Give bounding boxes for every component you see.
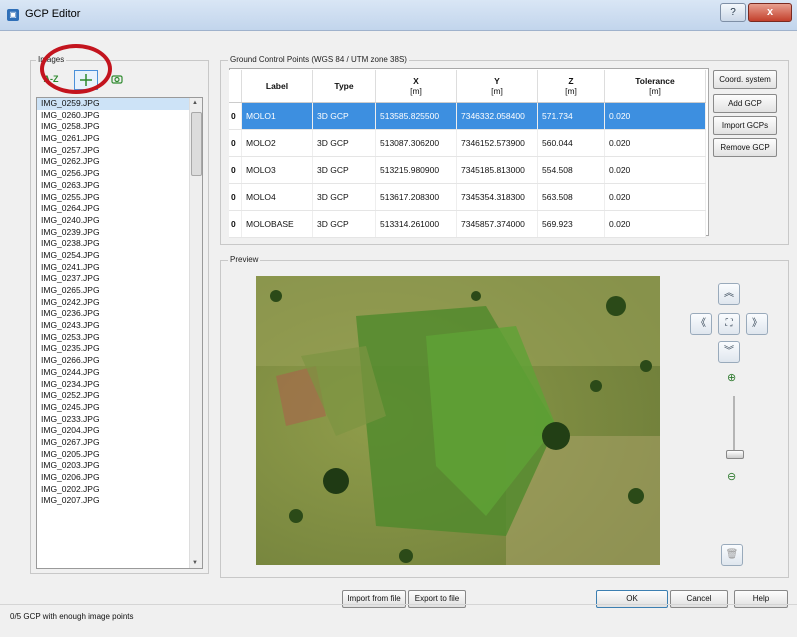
list-item[interactable]: IMG_0233.JPG (37, 414, 202, 426)
aerial-photo (256, 276, 660, 565)
images-list[interactable]: IMG_0259.JPG IMG_0260.JPG IMG_0258.JPG IMG_… (36, 97, 203, 569)
list-item[interactable]: IMG_0205.JPG (37, 449, 202, 461)
list-item[interactable]: IMG_0244.JPG (37, 367, 202, 379)
list-item[interactable]: IMG_0242.JPG (37, 297, 202, 309)
list-item[interactable]: IMG_0261.JPG (37, 133, 202, 145)
zoom-slider-knob[interactable] (726, 450, 744, 459)
app-icon: ▣ (7, 9, 19, 21)
window-close-button[interactable]: x (748, 3, 792, 22)
col-header[interactable]: Tolerance [m] (604, 70, 706, 103)
pan-right-button[interactable]: 》 (746, 313, 768, 335)
window-help-button[interactable]: ? (720, 3, 746, 22)
list-item[interactable]: IMG_0257.JPG (37, 145, 202, 157)
crosshair-icon (80, 74, 92, 86)
images-label: Images (36, 55, 67, 64)
images-scrollbar[interactable]: ▲ ▼ (189, 98, 202, 568)
table-row[interactable]: 0 MOLO4 3D GCP 513617.208300 7345354.318300 5… (229, 183, 706, 211)
gcp-label: Ground Control Points (WGS 84 / UTM zone… (228, 55, 409, 64)
gcp-table: Label Type X [m] Y [m] Z [m] Tolerance [m] 0… (229, 70, 706, 238)
table-row[interactable]: 0 MOLOBASE 3D GCP 513314.261000 7345857.3740… (229, 210, 706, 238)
table-corner (229, 70, 242, 103)
gcp-filter-button[interactable] (74, 70, 98, 90)
status-divider (0, 604, 797, 605)
col-header[interactable]: Type (312, 70, 376, 103)
images-list-items: IMG_0259.JPG IMG_0260.JPG IMG_0258.JPG IMG_… (37, 98, 202, 507)
zoom-out-icon[interactable]: ⊖ (727, 470, 736, 483)
title-bar: ▣ GCP Editor ? x (0, 0, 797, 31)
list-item[interactable]: IMG_0259.JPG (37, 98, 202, 110)
pan-up-button[interactable]: ︽ (718, 283, 740, 305)
camera-icon[interactable] (106, 70, 128, 88)
list-item[interactable]: IMG_0239.JPG (37, 227, 202, 239)
pan-down-button[interactable]: ︾ (718, 341, 740, 363)
list-item[interactable]: IMG_0243.JPG (37, 320, 202, 332)
list-item[interactable]: IMG_0238.JPG (37, 238, 202, 250)
sort-az-button[interactable]: A-Z (40, 70, 62, 88)
table-row[interactable]: 0 MOLO1 3D GCP 513585.825500 7346332.058400 5… (229, 102, 706, 130)
pan-left-button[interactable]: 《 (690, 313, 712, 335)
list-item[interactable]: IMG_0240.JPG (37, 215, 202, 227)
list-item[interactable]: IMG_0262.JPG (37, 156, 202, 168)
fit-view-button[interactable]: ⛶ (718, 313, 740, 335)
ok-button[interactable]: OK (596, 590, 668, 608)
remove-gcp-button[interactable]: Remove GCP (713, 138, 777, 157)
list-item[interactable]: IMG_0204.JPG (37, 425, 202, 437)
list-item[interactable]: IMG_0202.JPG (37, 484, 202, 496)
col-header[interactable]: X [m] (375, 70, 457, 103)
col-header[interactable]: Z [m] (537, 70, 605, 103)
zoom-in-icon[interactable]: ⊕ (727, 371, 736, 384)
list-item[interactable]: IMG_0207.JPG (37, 495, 202, 507)
coord-system-button[interactable]: Coord. system (713, 70, 777, 89)
gcp-editor-window: ▣ GCP Editor ? x Images A-Z IMG_0259.JPG… (0, 0, 797, 637)
list-item[interactable]: IMG_0234.JPG (37, 379, 202, 391)
list-item[interactable]: IMG_0254.JPG (37, 250, 202, 262)
list-item[interactable]: IMG_0256.JPG (37, 168, 202, 180)
list-item[interactable]: IMG_0258.JPG (37, 121, 202, 133)
list-item[interactable]: IMG_0267.JPG (37, 437, 202, 449)
import-from-file-button[interactable]: Import from file (342, 590, 406, 608)
list-item[interactable]: IMG_0252.JPG (37, 390, 202, 402)
col-header[interactable]: Label (241, 70, 313, 103)
list-item[interactable]: IMG_0237.JPG (37, 273, 202, 285)
list-item[interactable]: IMG_0263.JPG (37, 180, 202, 192)
list-item[interactable]: IMG_0203.JPG (37, 460, 202, 472)
import-gcps-button[interactable]: Import GCPs (713, 116, 777, 135)
preview-label: Preview (228, 255, 261, 264)
list-item[interactable]: IMG_0235.JPG (37, 343, 202, 355)
scrollbar-thumb[interactable] (191, 112, 202, 176)
help-button[interactable]: Help (734, 590, 788, 608)
preview-image[interactable] (256, 276, 660, 565)
list-item[interactable]: IMG_0241.JPG (37, 262, 202, 274)
table-row[interactable]: 0 MOLO2 3D GCP 513087.306200 7346152.573900 5… (229, 129, 706, 157)
table-row[interactable]: 0 MOLO3 3D GCP 513215.980900 7345185.813000 5… (229, 156, 706, 184)
list-item[interactable]: IMG_0245.JPG (37, 402, 202, 414)
list-item[interactable]: IMG_0206.JPG (37, 472, 202, 484)
status-text: 0/5 GCP with enough image points (10, 612, 134, 621)
list-item[interactable]: IMG_0236.JPG (37, 308, 202, 320)
list-item[interactable]: IMG_0255.JPG (37, 192, 202, 204)
list-item[interactable]: IMG_0264.JPG (37, 203, 202, 215)
list-item[interactable]: IMG_0260.JPG (37, 110, 202, 122)
add-gcp-button[interactable]: Add GCP (713, 94, 777, 113)
window-title: GCP Editor (25, 8, 81, 20)
list-item[interactable]: IMG_0265.JPG (37, 285, 202, 297)
cancel-button[interactable]: Cancel (670, 590, 728, 608)
delete-point-button[interactable]: 🗑 (721, 544, 743, 566)
list-item[interactable]: IMG_0266.JPG (37, 355, 202, 367)
zoom-slider-track[interactable] (733, 396, 735, 458)
list-item[interactable]: IMG_0253.JPG (37, 332, 202, 344)
col-header[interactable]: Y [m] (456, 70, 538, 103)
export-to-file-button[interactable]: Export to file (408, 590, 466, 608)
